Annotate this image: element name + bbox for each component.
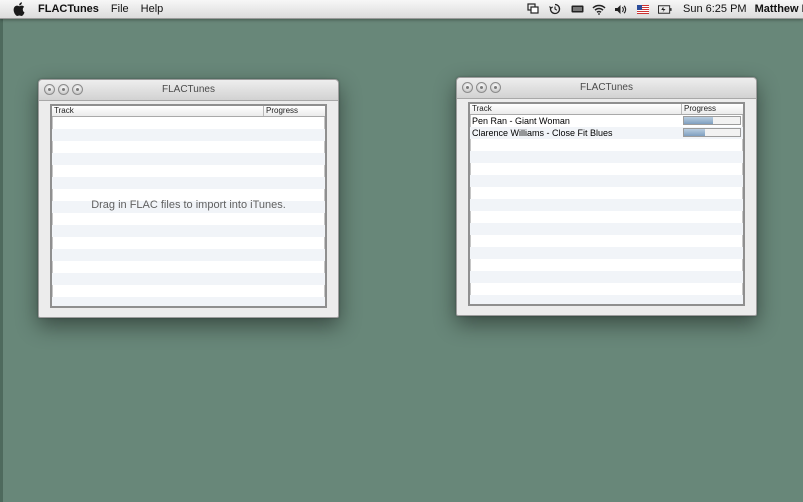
menu-help[interactable]: Help	[135, 0, 170, 18]
column-header-track[interactable]: Track	[470, 104, 681, 114]
window-titlebar[interactable]: FLACTunes	[39, 80, 338, 101]
zoom-button[interactable]	[72, 84, 83, 95]
empty-table-row	[470, 139, 743, 151]
empty-table-row	[470, 151, 743, 163]
volume-icon[interactable]	[614, 3, 628, 15]
empty-table-row	[52, 297, 325, 306]
empty-table-row	[52, 225, 325, 237]
empty-table-row	[470, 235, 743, 247]
time-machine-icon[interactable]	[548, 3, 562, 15]
battery-icon[interactable]	[658, 3, 672, 15]
empty-table-row	[52, 177, 325, 189]
empty-table-row	[470, 259, 743, 271]
flactunes-window-importing: FLACTunes Track Progress Pen Ran - Giant…	[456, 77, 757, 316]
empty-table-row	[470, 223, 743, 235]
column-header-progress[interactable]: Progress	[681, 104, 743, 114]
empty-table-row	[52, 153, 325, 165]
empty-table-row	[470, 247, 743, 259]
progress-bar	[683, 128, 741, 137]
battery-device-icon[interactable]	[570, 3, 584, 15]
progress-cell	[681, 127, 743, 139]
progress-bar-fill	[684, 129, 706, 136]
empty-table-row	[52, 261, 325, 273]
column-header-track[interactable]: Track	[52, 106, 263, 116]
empty-table-row	[470, 163, 743, 175]
empty-table-row	[470, 283, 743, 295]
minimize-button[interactable]	[476, 82, 487, 93]
close-button[interactable]	[462, 82, 473, 93]
empty-table-row	[52, 117, 325, 129]
apple-menu-icon[interactable]	[13, 2, 25, 16]
desktop-edge	[0, 19, 3, 502]
empty-table-row	[470, 175, 743, 187]
empty-table-row	[470, 271, 743, 283]
zoom-button[interactable]	[490, 82, 501, 93]
progress-bar-fill	[684, 117, 714, 124]
menu-file[interactable]: File	[105, 0, 135, 18]
track-table[interactable]: Track Progress Pen Ran - Giant Woman Clar…	[468, 102, 745, 306]
table-row[interactable]: Pen Ran - Giant Woman	[470, 115, 743, 127]
empty-table-row	[470, 211, 743, 223]
empty-table-row	[52, 141, 325, 153]
wifi-icon[interactable]	[592, 3, 606, 15]
progress-bar	[683, 116, 741, 125]
track-name: Clarence Williams - Close Fit Blues	[472, 128, 613, 138]
menu-clock[interactable]: Sun 6:25 PM	[683, 3, 747, 15]
empty-table-row	[52, 213, 325, 225]
empty-table-row	[52, 285, 325, 297]
empty-table-row	[470, 187, 743, 199]
track-table[interactable]: Track Progress Drag in FLAC files to imp…	[50, 104, 327, 308]
menu-user[interactable]: Matthew E	[755, 3, 803, 15]
minimize-button[interactable]	[58, 84, 69, 95]
window-title: FLACTunes	[162, 84, 215, 95]
table-header: Track Progress	[470, 104, 743, 115]
drop-placeholder-text: Drag in FLAC files to import into iTunes…	[91, 199, 286, 211]
menu-bar: FLACTunes File Help Sun 6:25 PM Matthew …	[0, 0, 803, 19]
table-rows	[52, 117, 325, 306]
track-name: Pen Ran - Giant Woman	[472, 116, 570, 126]
empty-table-row	[52, 237, 325, 249]
close-button[interactable]	[44, 84, 55, 95]
us-flag-input-icon[interactable]	[636, 3, 650, 15]
empty-table-row	[470, 295, 743, 304]
table-row[interactable]: Clarence Williams - Close Fit Blues	[470, 127, 743, 139]
column-header-progress[interactable]: Progress	[263, 106, 325, 116]
menu-app-name[interactable]: FLACTunes	[36, 0, 105, 18]
empty-table-row	[52, 273, 325, 285]
empty-table-row	[52, 165, 325, 177]
table-header: Track Progress	[52, 106, 325, 117]
progress-cell	[681, 115, 743, 127]
empty-table-row	[52, 129, 325, 141]
window-title: FLACTunes	[580, 82, 633, 93]
window-titlebar[interactable]: FLACTunes	[457, 78, 756, 99]
screen-sharing-icon[interactable]	[526, 3, 540, 15]
empty-table-row	[52, 249, 325, 261]
table-rows: Pen Ran - Giant Woman Clarence Williams -…	[470, 115, 743, 304]
empty-table-row	[470, 199, 743, 211]
flactunes-window-empty: FLACTunes Track Progress Drag in FLAC fi…	[38, 79, 339, 318]
